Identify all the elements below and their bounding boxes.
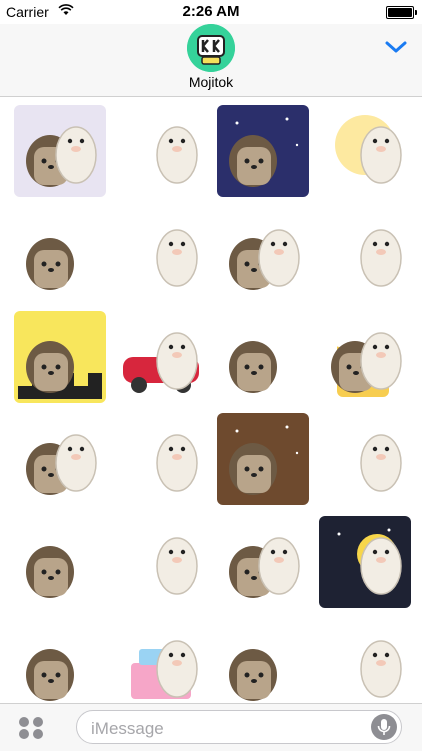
sticker-alpaca-sunshine[interactable] — [319, 105, 411, 197]
sticker-alpaca-confused-question[interactable] — [115, 413, 207, 505]
sticker-hedgehog-and-ghost-art — [26, 434, 97, 495]
message-input-bar: iMessage — [0, 703, 422, 751]
sticker-alpaca-with-syringe[interactable] — [115, 516, 207, 608]
sticker-hedgehog-superhero-flying[interactable] — [14, 208, 106, 300]
sticker-happy-birthday-cake-art — [131, 640, 198, 699]
sticker-hedgehog-sleeping-in-bed-art — [229, 117, 299, 187]
sticker-alpaca-scared-hedgehog[interactable] — [115, 208, 207, 300]
sticker-alpaca-moon-night-art — [337, 528, 402, 595]
sticker-hedgehog-superhero-flying-art — [26, 238, 74, 290]
sticker-hedgehog-skateboarding-art — [26, 649, 74, 701]
sticker-hedgehog-in-beer-mug[interactable] — [319, 311, 411, 403]
sticker-dancing-disco-floor-art — [18, 341, 102, 399]
sticker-alpaca-hugging-crying-hedgehog-art — [229, 229, 300, 290]
sticker-alpaca-juggling-sweets-art — [26, 546, 74, 598]
sticker-hedgehog-driving-red-car-art — [123, 332, 199, 393]
sticker-hedgehog-angry-dark-aura[interactable] — [319, 619, 411, 703]
sticker-dancing-disco-floor[interactable] — [14, 311, 106, 403]
sticker-hedgehog-with-gift[interactable] — [217, 619, 309, 703]
sticker-hedgehog-and-alpaca-kiss-art — [26, 126, 97, 187]
sticker-alpaca-sunshine-art — [335, 115, 402, 184]
sticker-hedgehog-with-sunglasses-sweating[interactable] — [217, 311, 309, 403]
app-drawer-icon[interactable] — [16, 716, 46, 740]
sticker-hedgehog-skateboarding[interactable] — [14, 619, 106, 703]
imessage-placeholder: iMessage — [91, 719, 164, 738]
sticker-alpaca-juggling-sweets[interactable] — [14, 516, 106, 608]
app-header: Mojitok — [0, 24, 422, 97]
sticker-alpaca-peeking-from-wall[interactable] — [217, 413, 309, 505]
sticker-alpaca-with-syringe-art — [156, 537, 198, 595]
sticker-grid — [0, 97, 422, 703]
sticker-alpaca-lifting-weights-art — [360, 229, 402, 287]
sticker-alpaca-lifting-weights[interactable] — [319, 208, 411, 300]
battery-icon — [386, 6, 417, 19]
sticker-hedgehog-and-alpaca-kiss[interactable] — [14, 105, 106, 197]
sticker-alpaca-moon-night[interactable] — [319, 516, 411, 608]
sticker-hedgehog-in-beer-mug-art — [331, 332, 402, 397]
status-time: 2:26 AM — [182, 3, 240, 20]
sticker-hedgehog-driving-red-car[interactable] — [115, 311, 207, 403]
sticker-hedgehog-with-sunglasses[interactable] — [115, 105, 207, 197]
sticker-hedgehog-working-at-desk[interactable] — [319, 413, 411, 505]
imessage-input[interactable]: iMessage — [76, 710, 402, 744]
sticker-alpaca-confused-question-art — [156, 434, 198, 492]
sticker-hedgehog-working-at-desk-art — [360, 434, 402, 492]
sticker-hedgehog-sleeping-in-bed[interactable] — [217, 105, 309, 197]
sticker-alpaca-peeking-from-wall-art — [229, 425, 299, 495]
sticker-hedgehog-sick-in-bed[interactable] — [217, 516, 309, 608]
sticker-hedgehog-and-ghost[interactable] — [14, 413, 106, 505]
sticker-hedgehog-with-sunglasses-art — [156, 126, 198, 184]
battery-level — [388, 8, 412, 17]
chevron-down-icon[interactable] — [384, 38, 408, 56]
status-bar: Carrier 2:26 AM — [0, 0, 422, 24]
sticker-alpaca-hugging-crying-hedgehog[interactable] — [217, 208, 309, 300]
sticker-hedgehog-with-sunglasses-sweating-art — [229, 341, 277, 393]
sticker-happy-birthday-cake[interactable] — [115, 619, 207, 703]
app-name: Mojitok — [188, 74, 234, 90]
sticker-hedgehog-sick-in-bed-art — [229, 537, 300, 598]
microphone-icon[interactable] — [371, 714, 397, 740]
sticker-alpaca-scared-hedgehog-art — [156, 229, 198, 287]
mojitok-logo-icon[interactable] — [187, 24, 235, 72]
sticker-hedgehog-with-gift-art — [229, 649, 277, 701]
sticker-hedgehog-angry-dark-aura-art — [360, 640, 402, 698]
